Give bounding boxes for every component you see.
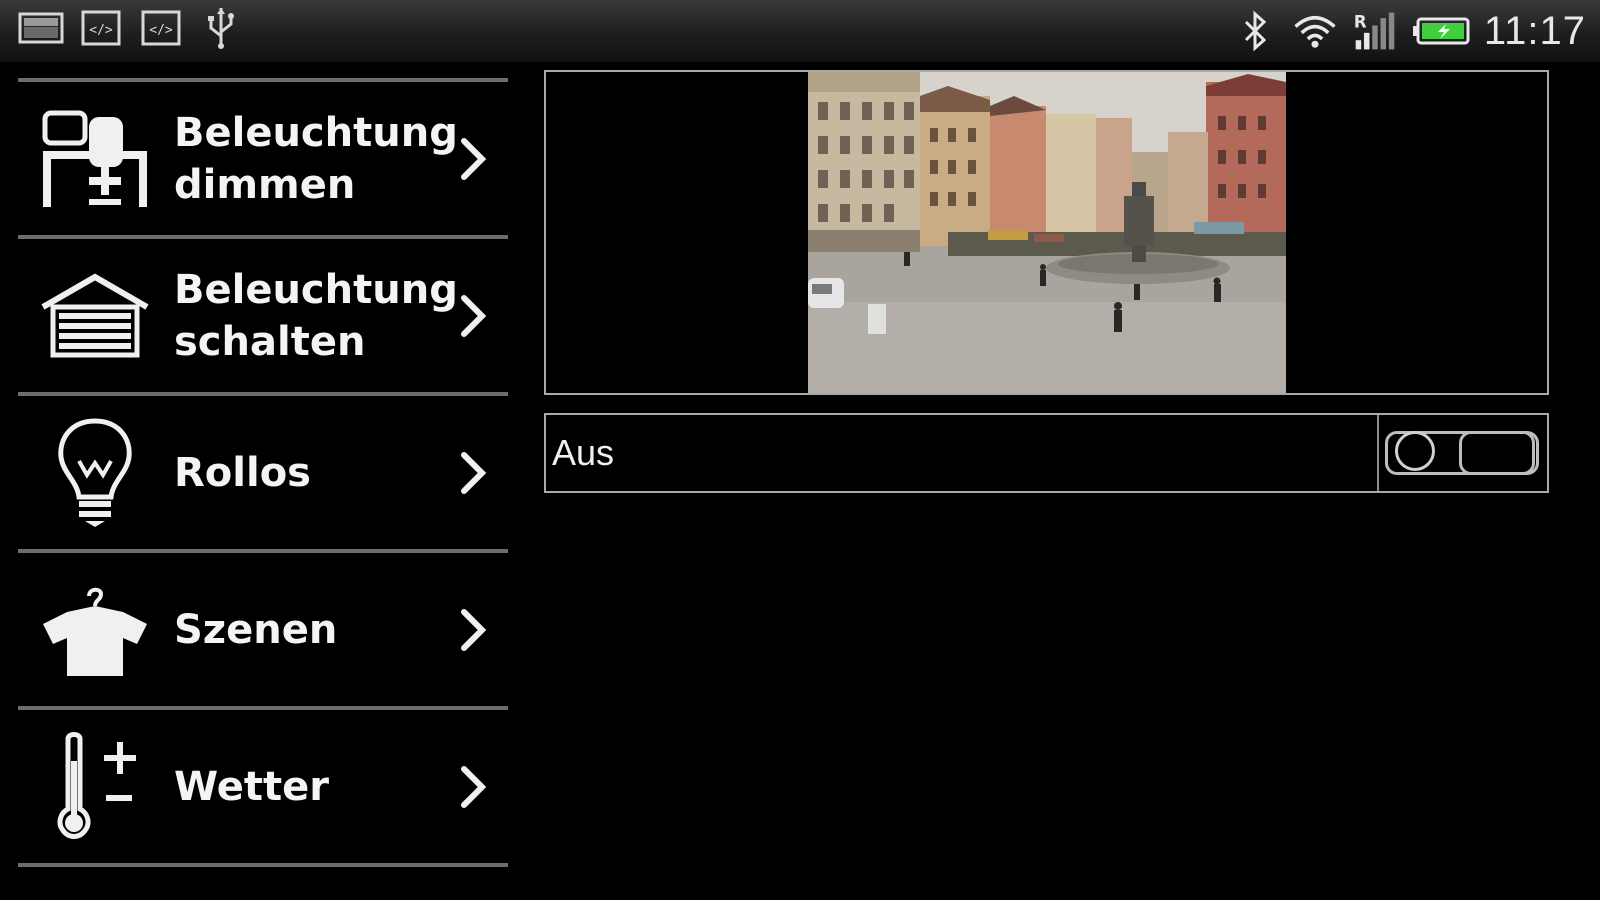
clock: 11:17 [1483, 8, 1586, 53]
menu-item-label: Beleuchtung schalten [174, 266, 458, 365]
chevron-right-icon [461, 451, 487, 494]
menu-item-label: Beleuchtung dimmen [174, 109, 458, 208]
chevron-right-icon [461, 294, 487, 337]
camera-panel[interactable] [544, 70, 1549, 395]
system-icons: R 11:17 [1232, 6, 1586, 56]
switch-row[interactable]: Aus [544, 413, 1549, 493]
svg-text:</>: </> [149, 23, 173, 38]
toggle-knob[interactable] [1395, 431, 1435, 471]
chevron-right-icon [461, 608, 487, 651]
category-menu: Beleuchtung dimmen Beleuchtung schalten [18, 78, 508, 867]
svg-text:R: R [1354, 12, 1367, 31]
menu-item-wetter[interactable]: Wetter [18, 706, 508, 867]
bluetooth-icon [1232, 10, 1278, 52]
garage-icon [36, 257, 154, 375]
toggle-off-segment [1459, 431, 1535, 475]
wifi-icon [1292, 11, 1338, 51]
svg-text:</>: </> [89, 23, 113, 38]
status-bar: </> </> R 11:17 [0, 0, 1600, 62]
code-icon: </> [138, 8, 184, 48]
desk-workstation-icon [36, 100, 154, 218]
code-icon: </> [78, 8, 124, 48]
usb-icon [198, 8, 244, 49]
chevron-right-icon [461, 137, 487, 180]
chevron-right-icon [461, 765, 487, 808]
shirt-hanger-icon [36, 571, 154, 689]
toggle-switch[interactable] [1377, 415, 1547, 491]
switch-state-label: Aus [552, 432, 615, 473]
menu-item-szenen[interactable]: Szenen [18, 549, 508, 706]
battery-charging-icon [1412, 11, 1470, 51]
menu-item-rollos[interactable]: Rollos [18, 392, 508, 549]
lightbulb-icon [36, 414, 154, 532]
signal-roaming-icon: R [1352, 11, 1398, 51]
menu-item-label: Szenen [174, 606, 338, 653]
thermometer-icon [36, 728, 154, 846]
menu-item-label: Rollos [174, 449, 311, 496]
webcam-image[interactable] [808, 72, 1286, 393]
menu-item-beleuchtung-dimmen[interactable]: Beleuchtung dimmen [18, 78, 508, 235]
image-icon [18, 8, 64, 48]
notification-icons: </> </> [18, 8, 244, 49]
menu-item-beleuchtung-schalten[interactable]: Beleuchtung schalten [18, 235, 508, 392]
menu-item-label: Wetter [174, 763, 329, 810]
